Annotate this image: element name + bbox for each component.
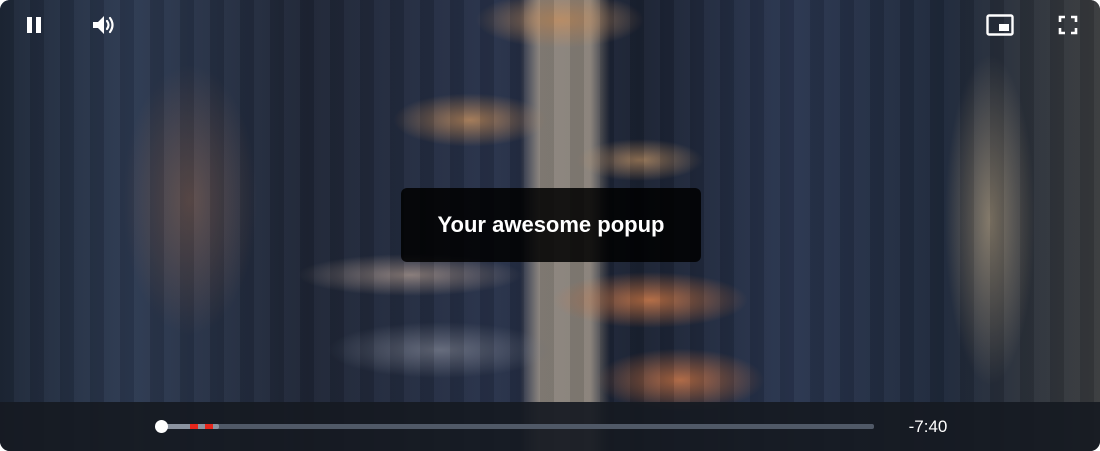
chapter-marker[interactable] bbox=[190, 424, 198, 429]
pip-button[interactable] bbox=[980, 0, 1020, 49]
progress-scrubber[interactable] bbox=[155, 420, 168, 433]
picture-in-picture-icon bbox=[986, 13, 1014, 36]
pause-icon bbox=[27, 16, 41, 33]
progress-bar[interactable] bbox=[162, 424, 874, 429]
fullscreen-button[interactable] bbox=[1048, 0, 1088, 49]
volume-icon bbox=[93, 15, 114, 34]
popup-text: Your awesome popup bbox=[437, 212, 665, 237]
pause-button[interactable] bbox=[14, 0, 54, 49]
popup: Your awesome popup bbox=[401, 188, 701, 262]
video-player[interactable]: Your awesome popup -7:40 bbox=[0, 0, 1100, 451]
time-remaining: -7:40 bbox=[908, 416, 948, 436]
chapter-marker[interactable] bbox=[205, 424, 213, 429]
volume-button[interactable] bbox=[84, 0, 124, 49]
fullscreen-icon bbox=[1058, 15, 1078, 34]
